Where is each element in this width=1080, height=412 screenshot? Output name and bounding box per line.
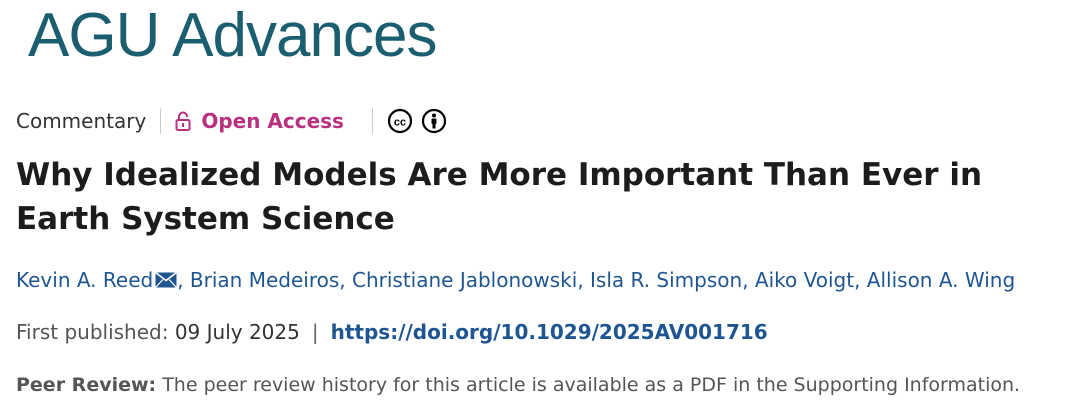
author-link[interactable]: Aiko Voigt — [755, 268, 854, 292]
publication-info: First published: 09 July 2025 | https://do… — [16, 318, 768, 346]
divider — [160, 108, 162, 134]
author-separator: , — [577, 268, 584, 292]
peer-review-text: The peer review history for this article… — [162, 374, 1021, 396]
license-icons[interactable]: cc — [387, 108, 447, 134]
attribution-icon — [421, 108, 447, 134]
doi-link[interactable]: https://doi.org/10.1029/2025AV001716 — [331, 320, 768, 344]
journal-logo[interactable]: AGU Advances — [28, 0, 437, 72]
creative-commons-icon: cc — [387, 108, 413, 134]
first-published-label: First published: — [16, 320, 169, 344]
author-link[interactable]: Christiane Jablonowski — [352, 268, 577, 292]
author-separator: , — [177, 268, 184, 292]
peer-review-note: Peer Review: The peer review history for… — [16, 371, 1020, 399]
open-access-badge[interactable]: Open Access — [175, 109, 344, 133]
pipe-divider: | — [311, 320, 319, 344]
mail-icon[interactable] — [155, 271, 178, 288]
divider — [371, 108, 373, 134]
author-list: Kevin A. Reed, Brian Medeiros, Christian… — [16, 266, 1015, 294]
open-access-label: Open Access — [201, 109, 344, 133]
svg-text:cc: cc — [394, 117, 406, 129]
author-link[interactable]: Kevin A. Reed — [16, 268, 153, 292]
peer-review-label: Peer Review: — [16, 374, 157, 396]
open-lock-icon — [175, 111, 191, 131]
first-published-date: 09 July 2025 — [174, 320, 300, 344]
article-title: Why Idealized Models Are More Important … — [16, 157, 983, 237]
author-separator: , — [854, 268, 861, 292]
author-link[interactable]: Isla R. Simpson — [590, 268, 742, 292]
author-separator: , — [742, 268, 749, 292]
author-link[interactable]: Allison A. Wing — [867, 268, 1015, 292]
author-separator: , — [339, 268, 346, 292]
author-link[interactable]: Brian Medeiros — [190, 268, 339, 292]
article-type-label: Commentary — [16, 109, 147, 133]
article-meta-row: Commentary Open Access cc — [16, 106, 447, 136]
